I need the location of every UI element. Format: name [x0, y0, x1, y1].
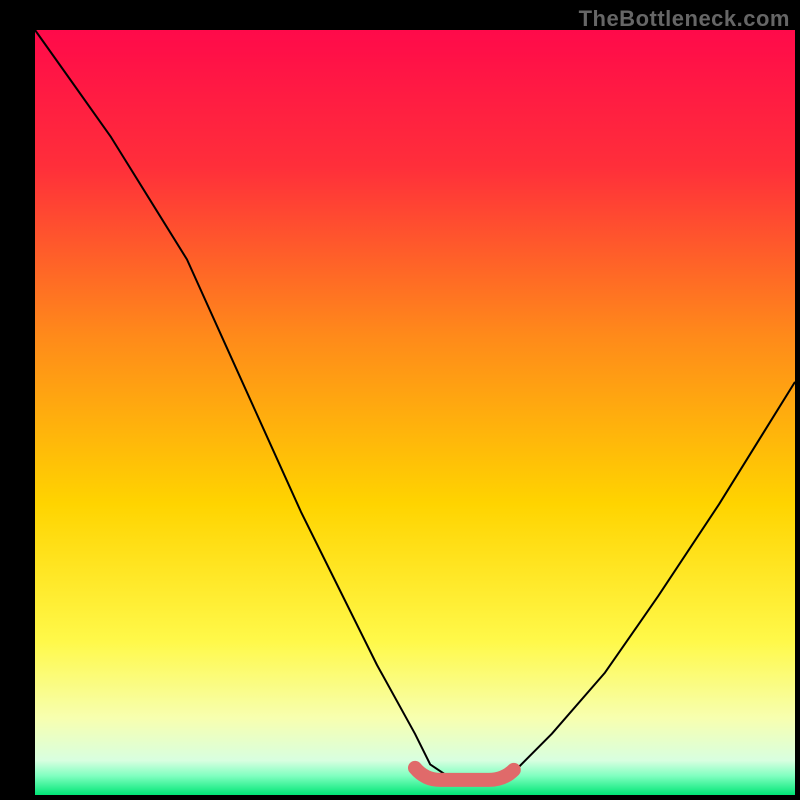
bottleneck-chart	[0, 0, 800, 800]
gradient-background	[35, 30, 795, 795]
watermark-text: TheBottleneck.com	[579, 6, 790, 32]
chart-frame: TheBottleneck.com	[0, 0, 800, 800]
